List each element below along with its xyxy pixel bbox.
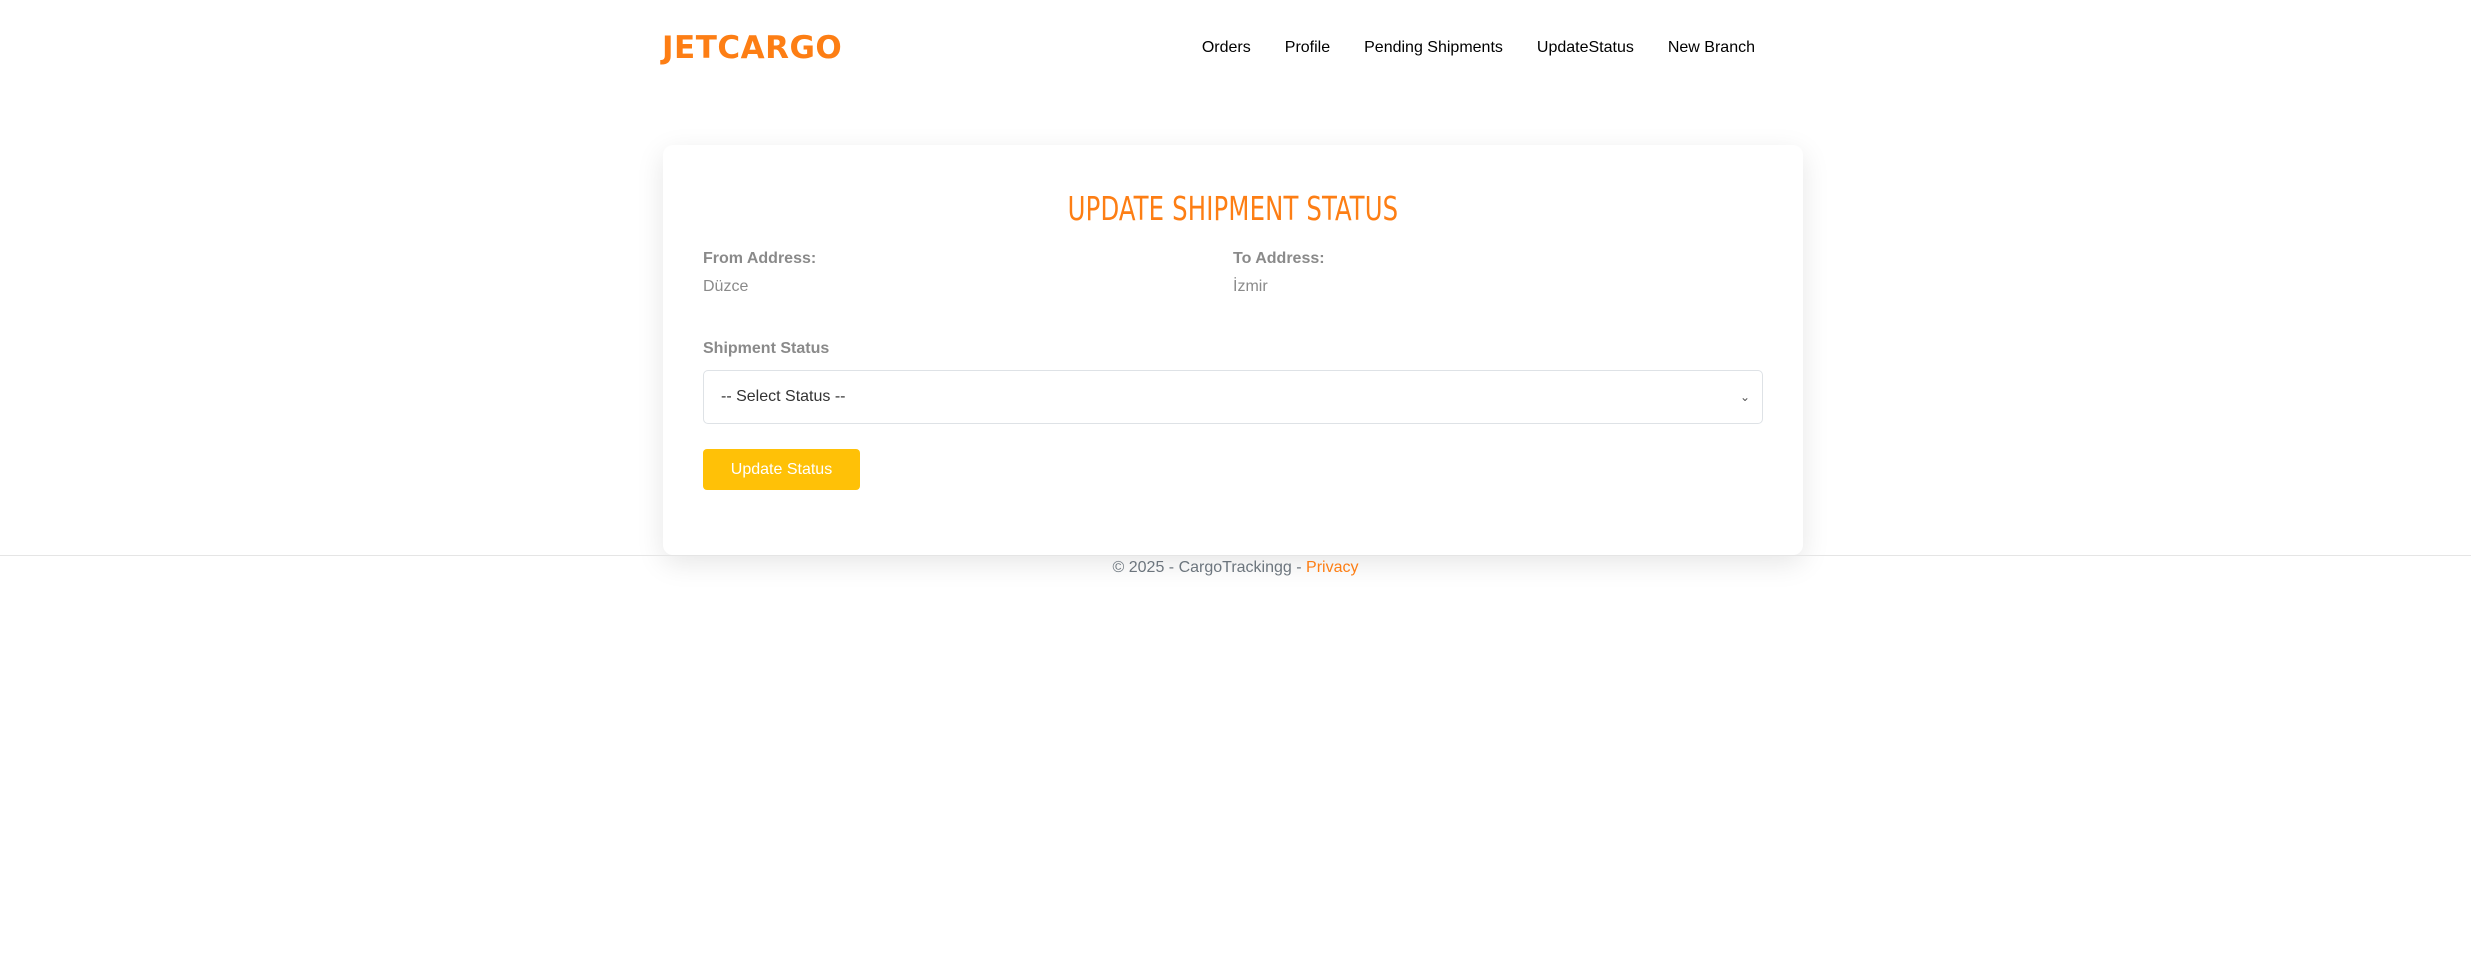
footer-text: © 2025 - CargoTrackingg - bbox=[1112, 559, 1307, 576]
from-address: From Address: Düzce bbox=[703, 250, 1233, 296]
nav-item-orders[interactable]: Orders bbox=[1185, 39, 1268, 57]
nav-item-profile[interactable]: Profile bbox=[1268, 39, 1347, 57]
brand-logo[interactable]: JETCARGO bbox=[662, 30, 842, 66]
address-row: From Address: Düzce To Address: İzmir bbox=[703, 250, 1763, 296]
to-address: To Address: İzmir bbox=[1233, 250, 1763, 296]
nav-item-update-status[interactable]: UpdateStatus bbox=[1520, 39, 1651, 57]
shipment-status-select[interactable]: -- Select Status -- ⌄ bbox=[703, 370, 1763, 424]
select-value: -- Select Status -- bbox=[721, 388, 846, 405]
privacy-link[interactable]: Privacy bbox=[1306, 559, 1358, 576]
nav-item-pending-shipments[interactable]: Pending Shipments bbox=[1347, 39, 1520, 57]
page-title: UPDATE SHIPMENT STATUS bbox=[1067, 189, 1399, 228]
top-navbar: JETCARGO Orders Profile Pending Shipment… bbox=[662, 0, 1802, 96]
footer: © 2025 - CargoTrackingg - Privacy bbox=[0, 559, 2471, 577]
shipment-status-label: Shipment Status bbox=[703, 340, 830, 357]
update-status-card: UPDATE SHIPMENT STATUS From Address: Düz… bbox=[663, 145, 1803, 555]
from-address-value: Düzce bbox=[703, 278, 749, 295]
update-status-button[interactable]: Update Status bbox=[703, 449, 860, 490]
footer-divider bbox=[0, 555, 2471, 556]
nav-item-new-branch[interactable]: New Branch bbox=[1651, 39, 1772, 57]
chevron-down-icon: ⌄ bbox=[1739, 390, 1750, 404]
from-address-label: From Address: bbox=[703, 250, 817, 267]
to-address-label: To Address: bbox=[1233, 250, 1325, 267]
to-address-value: İzmir bbox=[1233, 278, 1268, 295]
nav-links: Orders Profile Pending Shipments UpdateS… bbox=[1185, 39, 1772, 57]
